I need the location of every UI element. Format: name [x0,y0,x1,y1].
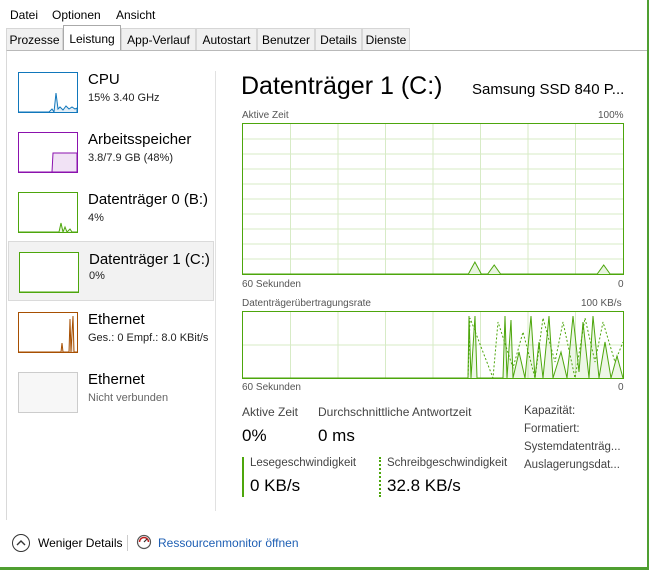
sidebar-item-label: CPU [88,71,120,88]
transfer-rate-chart [242,311,624,379]
capacity-label: Kapazität: [524,405,576,417]
write-speed-bar [379,457,381,497]
tab-benutzer[interactable]: Benutzer [257,28,315,50]
sidebar-item-ethernet-2[interactable]: Ethernet Nicht verbunden [8,371,214,431]
formatted-label: Formatiert: [524,423,580,435]
system-disk-label: Systemdatenträg... [524,441,621,453]
chart2-max: 100 KB/s [581,298,622,309]
ethernet2-thumbnail [18,372,78,413]
menu-datei[interactable]: Datei [10,8,38,22]
tab-prozesse[interactable]: Prozesse [6,28,63,50]
sidebar-item-label: Ethernet [88,311,145,328]
sidebar-divider [215,71,216,511]
chart2-time: 60 Sekunden [242,382,301,393]
tab-details[interactable]: Details [315,28,362,50]
sidebar-item-label: Datenträger 1 (C:) [89,251,210,268]
active-time-plot [243,124,623,274]
footer-separator [127,535,128,551]
sidebar-item-sub: 4% [88,212,104,224]
menu-bar: Datei Optionen Ansicht [0,0,649,26]
active-time-value: 0% [242,426,267,445]
response-time-value: 0 ms [318,426,355,445]
footer: Weniger Details Ressourcenmonitor öffnen [0,522,649,570]
disk-model: Samsung SSD 840 P... [472,81,625,98]
memory-thumbnail [18,132,78,173]
write-speed-label: Schreibgeschwindigkeit [387,457,508,469]
ethernet-thumbnail [18,312,78,353]
pagefile-label: Auslagerungsdat... [524,459,620,471]
disk0-thumbnail [18,192,78,233]
sidebar-item-sub: 3.8/7.9 GB (48%) [88,152,173,164]
less-details-button[interactable]: Weniger Details [38,536,122,550]
sidebar-item-label: Ethernet [88,371,145,388]
active-time-chart [242,123,624,275]
sidebar-item-cpu[interactable]: CPU 15% 3.40 GHz [8,71,214,131]
sidebar-item-sub: Ges.: 0 Empf.: 8.0 KBit/s [88,332,209,344]
menu-optionen[interactable]: Optionen [52,8,101,22]
sidebar-item-sub: Nicht verbunden [88,392,169,404]
sidebar-item-label: Datenträger 0 (B:) [88,191,209,208]
disk1-thumbnail [19,252,79,293]
cpu-thumbnail [18,72,78,113]
transfer-rate-plot [243,312,623,378]
sidebar-item-label: Arbeitsspeicher [88,131,192,148]
response-time-label: Durchschnittliche Antwortzeit [318,405,472,419]
sidebar-item-sub: 15% 3.40 GHz [88,92,160,104]
active-time-label: Aktive Zeit [242,405,299,419]
page-title: Datenträger 1 (C:) [241,72,443,100]
tab-app-verlauf[interactable]: App-Verlauf [121,28,196,50]
chart2-min: 0 [618,382,624,393]
read-speed-label: Lesegeschwindigkeit [250,457,357,469]
menu-ansicht[interactable]: Ansicht [116,8,155,22]
read-speed-value: 0 KB/s [250,476,301,495]
sidebar-item-sub: 0% [89,270,105,282]
tab-dienste[interactable]: Dienste [362,28,410,50]
resource-monitor-link[interactable]: Ressourcenmonitor öffnen [158,536,299,550]
chart1-min: 0 [618,279,624,290]
chart1-max: 100% [598,110,624,121]
sidebar-item-ethernet[interactable]: Ethernet Ges.: 0 Empf.: 8.0 KBit/s [8,311,214,371]
resource-monitor-icon [136,534,152,550]
write-speed-value: 32.8 KB/s [387,476,461,495]
sidebar-item-arbeitsspeicher[interactable]: Arbeitsspeicher 3.8/7.9 GB (48%) [8,131,214,191]
chevron-up-icon[interactable] [12,534,30,552]
chart1-time: 60 Sekunden [242,279,301,290]
tab-leistung[interactable]: Leistung [63,25,121,50]
tab-autostart[interactable]: Autostart [196,28,257,50]
chart2-label: Datenträgerübertragungsrate [242,298,371,309]
chart1-label: Aktive Zeit [242,110,289,121]
tab-bar: Prozesse Leistung App-Verlauf Autostart … [0,25,649,50]
sidebar-item-datentraeger-1[interactable]: Datenträger 1 (C:) 0% [8,241,214,301]
read-speed-bar [242,457,244,497]
